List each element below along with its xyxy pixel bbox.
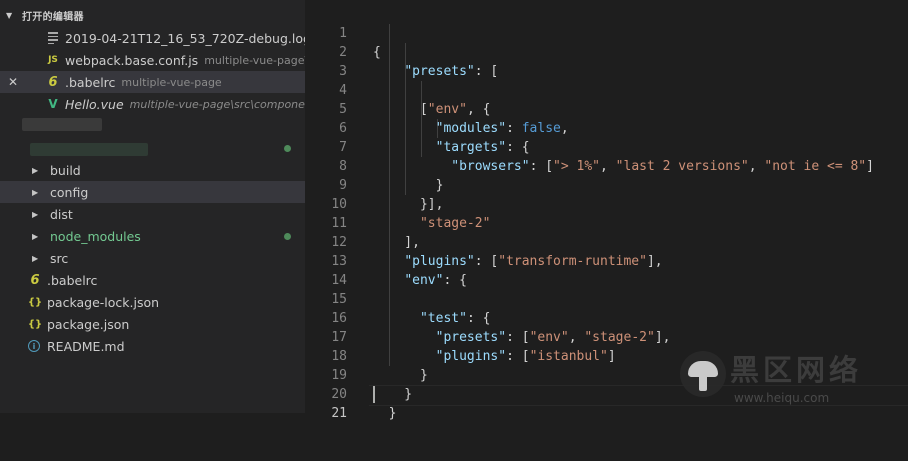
git-added-dot: [284, 233, 291, 240]
open-editor-desc: multiple-vue-page\src\components: [129, 97, 305, 111]
open-editor-item-babelrc[interactable]: ✕ 6 .babelrc multiple-vue-page: [0, 71, 305, 93]
code-line: 4 ["env", {: [305, 62, 908, 117]
explorer-sidebar: ▼ 打开的编辑器 2019-04-21T12_16_53_720Z-debug.…: [0, 0, 305, 413]
chevron-right-icon: ▶: [32, 253, 39, 263]
tree-item-label: config: [50, 184, 89, 200]
tree-folder-build[interactable]: ▶ build: [0, 159, 305, 181]
code-line: 11 ],: [305, 195, 908, 250]
lines-file-icon: [46, 31, 60, 45]
tree-file-readme[interactable]: i README.md: [0, 335, 305, 357]
chevron-right-icon: ▶: [32, 187, 39, 197]
tree-file-package-lock[interactable]: {} package-lock.json: [0, 291, 305, 313]
code-line: 12 "plugins": ["transform-runtime"],: [305, 214, 908, 269]
tree-item-label: node_modules: [50, 228, 141, 244]
code-line: 10 "stage-2": [305, 176, 908, 231]
tree-item-label: package-lock.json: [47, 294, 160, 310]
tree-folder-src[interactable]: ▶ src: [0, 247, 305, 269]
tree-folder-config[interactable]: ▶ config: [0, 181, 305, 203]
code-line: 2 "presets": [: [305, 24, 908, 79]
code-line: 9 }],: [305, 157, 908, 212]
chevron-right-icon: ▶: [32, 231, 39, 241]
tree-item-label: build: [50, 162, 81, 178]
tree-item-label: dist: [50, 206, 73, 222]
babelrc-file-icon: 6: [30, 272, 40, 288]
open-editor-name: 2019-04-21T12_16_53_720Z-debug.log: [65, 30, 305, 46]
tree-item-label: package.json: [47, 316, 130, 332]
tree-file-babelrc[interactable]: 6 .babelrc: [0, 269, 305, 291]
watermark: 黑区网络 www.heiqu.com: [680, 345, 908, 413]
js-file-icon: JS: [48, 55, 58, 65]
open-editor-item-debug-log[interactable]: 2019-04-21T12_16_53_720Z-debug.log: [0, 27, 305, 49]
tree-item-label: .babelrc: [47, 272, 98, 288]
chevron-right-icon: ▶: [32, 165, 39, 175]
close-icon[interactable]: ✕: [0, 75, 26, 89]
chevron-down-icon: ▼: [6, 10, 13, 20]
open-editors-header[interactable]: ▼ 打开的编辑器: [0, 6, 305, 24]
open-editor-name: Hello.vue: [65, 96, 124, 112]
open-editor-item-webpack-base[interactable]: JS webpack.base.conf.js multiple-vue-pag…: [0, 49, 305, 71]
code-line: 1 {: [305, 5, 908, 60]
mushroom-logo-icon: [680, 351, 726, 397]
code-line: 8 }: [305, 138, 908, 193]
open-editor-desc: multiple-vue-page: [121, 75, 222, 89]
code-line: 15 "test": {: [305, 271, 908, 326]
code-line: 3: [305, 43, 908, 79]
line-number: 21: [331, 406, 347, 421]
tree-item-label: README.md: [47, 338, 125, 354]
open-editor-desc: multiple-vue-page\b...: [204, 53, 305, 67]
info-file-icon: i: [28, 340, 40, 352]
watermark-url: www.heiqu.com: [734, 391, 830, 405]
open-editor-name: webpack.base.conf.js: [65, 52, 199, 68]
tree-file-package-json[interactable]: {} package.json: [0, 313, 305, 335]
code-line: 6 "targets": {: [305, 100, 908, 155]
git-modified-dot: [284, 145, 291, 152]
open-editors-title: 打开的编辑器: [22, 11, 84, 23]
chevron-right-icon: ▶: [32, 209, 39, 219]
code-line: 14: [305, 252, 908, 288]
code-line: 16 "presets": ["env", "stage-2"],: [305, 290, 908, 345]
watermark-title: 黑区网络: [730, 353, 863, 387]
open-editor-item-hello-vue[interactable]: V Hello.vue multiple-vue-page\src\compon…: [0, 93, 305, 115]
blurred-section-header: [22, 118, 102, 131]
blurred-project-folder: [30, 143, 148, 156]
code-line: 13 "env": {: [305, 233, 908, 288]
tree-folder-dist[interactable]: ▶ dist: [0, 203, 305, 225]
text-cursor: [373, 386, 375, 403]
code-line: 7 "browsers": ["> 1%", "last 2 versions"…: [305, 119, 908, 174]
open-editor-name: .babelrc: [65, 74, 116, 90]
json-file-icon: {}: [27, 296, 43, 308]
vue-file-icon: V: [48, 97, 58, 111]
babelrc-file-icon: 6: [48, 74, 58, 90]
json-file-icon: {}: [27, 318, 43, 330]
code-line: 17 "plugins": ["istanbul"]: [305, 309, 908, 364]
tree-item-label: src: [50, 250, 69, 266]
code-line: 5 "modules": false,: [305, 81, 908, 136]
tree-folder-node-modules[interactable]: ▶ node_modules: [0, 225, 305, 247]
